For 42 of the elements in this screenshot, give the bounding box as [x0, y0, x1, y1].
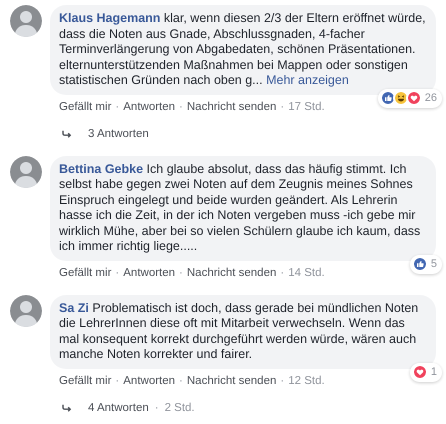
show-more-link[interactable]: Mehr anzeigen [266, 73, 349, 87]
separator: · [115, 266, 120, 280]
like-icon [412, 256, 428, 272]
separator: · [280, 266, 284, 280]
timestamp: 2 Std. [164, 400, 195, 416]
laughing-emoji-icon [392, 90, 409, 106]
timestamp: 17 Std. [288, 100, 325, 114]
timestamp: 12 Std. [288, 374, 325, 388]
action-link[interactable]: Gefällt mir [59, 374, 112, 388]
action-link[interactable]: Antworten [123, 374, 176, 388]
separator: · [179, 266, 183, 280]
comment-text: Bettina Gebke Ich glaube absolut, dass das häufig stimmt. Ich selbst habe gegen zwei Noten auf dem Zeugnis meines Sohnes Einspruch eingelegt und beide wurden geändert. Als Lehrerin hasse ich die Zeit, in der ich Noten vergeben muss -ich gebe mir wirklich Mühe, aber bei so vielen Schülern glaube ich kaum, dass ich immer richtig liege..... [50, 156, 436, 260]
action-link[interactable]: Nachricht senden [186, 374, 276, 388]
separator: · [280, 374, 284, 388]
avatar[interactable] [10, 294, 42, 326]
replies-link[interactable]: 4 Antworten [88, 400, 149, 416]
separator: · [179, 100, 183, 114]
author-link[interactable]: Bettina Gebke [59, 162, 144, 176]
separator: · [280, 100, 284, 114]
timestamp: 14 Std. [288, 266, 325, 280]
reply-arrow-icon [62, 404, 72, 412]
avatar[interactable] [10, 5, 42, 37]
like-icon [380, 90, 396, 106]
heart-icon [412, 364, 428, 380]
separator: · [179, 374, 183, 388]
action-link[interactable]: Gefällt mir [59, 266, 112, 280]
comment-text: Klaus Hagemann klar, wenn diesen 2/3 der Eltern eröffnet würde, dass die Noten aus Gnade, Abschlussgnaden, 4-facher Terminverlängerung von Abgabedaten, schönen Präsentationen. elternunterstützenden Maßnahmen bei Mappen oder sonstigen statistischen Gründen nach oben g... Mehr anzeigen [50, 5, 436, 94]
separator: · [115, 100, 120, 114]
author-link[interactable]: Sa Zi [59, 300, 89, 314]
avatar[interactable] [10, 156, 42, 188]
separator: · [154, 400, 159, 416]
comment-text: Sa Zi Problematisch ist doch, dass gerade bei mündlichen Noten die LehrerInnen diese oft mit Mitarbeit verwechseln. Wenn das mal konsequent korrekt durchgeführt werden würde, wären auch manche Noten korrekter und fairer. [50, 294, 436, 368]
action-link[interactable]: Nachricht senden [186, 266, 276, 280]
action-link[interactable]: Nachricht senden [186, 100, 276, 114]
replies-link[interactable]: 3 Antworten [88, 126, 149, 142]
action-link[interactable]: Antworten [123, 266, 176, 280]
reply-arrow-icon [62, 130, 72, 138]
author-link[interactable]: Klaus Hagemann [59, 11, 160, 25]
action-link[interactable]: Gefällt mir [59, 100, 112, 114]
heart-icon [406, 90, 422, 106]
separator: · [115, 374, 120, 388]
action-link[interactable]: Antworten [123, 100, 176, 114]
